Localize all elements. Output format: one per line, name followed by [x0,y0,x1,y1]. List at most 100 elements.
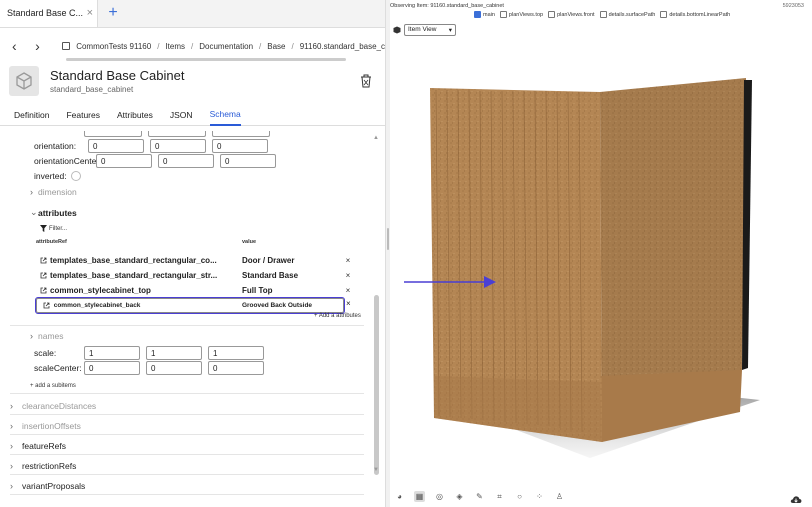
crumb-items[interactable]: Items [165,42,185,51]
orientation-x-field[interactable]: 0 [88,139,144,153]
checkbox-surface-path[interactable]: details.surfacePath [599,11,655,18]
dimension-section[interactable]: › dimension [30,187,77,197]
grid-icon[interactable]: ▦ [414,491,425,502]
orientation-z-field[interactable]: 0 [212,139,268,153]
trash-icon[interactable] [360,74,372,88]
restriction-refs-label: restrictionRefs [22,461,77,471]
external-link-icon[interactable] [36,272,50,279]
table-row[interactable]: templates_base_standard_rectangular_co..… [36,253,358,268]
table-row[interactable]: common_stylecabinet_top Full Top × [36,283,358,298]
tab-schema[interactable]: Schema [209,104,241,126]
table-header: attributeRef value [36,239,358,247]
scale-y-field[interactable]: 1 [146,346,202,360]
scroll-up-icon[interactable]: ▲ [373,135,379,141]
orientation-center-label: orientationCente [34,156,96,166]
viewer-panel: Observing Item: 91160.standard_base_cabi… [390,0,812,507]
back-button[interactable]: ‹ [12,38,23,54]
table-row[interactable]: templates_base_standard_rectangular_str.… [36,268,358,283]
attribute-value[interactable]: Grooved Back Outside [242,302,340,309]
tab-close-icon[interactable]: × [87,7,93,19]
add-subitems-button[interactable]: + add a subitems [30,383,76,389]
tab-features[interactable]: Features [66,104,100,126]
orientation-row: orientation: 0 0 0 [34,139,268,153]
remove-icon[interactable]: × [342,286,354,295]
new-tab-button[interactable]: + [98,0,128,27]
breadcrumb-scrollbar[interactable] [66,58,346,61]
attribute-value[interactable]: Door / Drawer [242,256,342,265]
filter-placeholder: Filter... [49,225,68,232]
checkbox-plan-front[interactable]: planViews.front [548,11,595,18]
clearance-section[interactable]: › clearanceDistances [10,401,96,411]
checkbox-icon [474,11,481,18]
add-attribute-button[interactable]: + Add a attributes [314,313,361,319]
forward-button[interactable]: › [35,38,46,54]
feature-refs-section[interactable]: › featureRefs [10,441,66,451]
checkbox-icon [599,11,607,18]
tab-attributes[interactable]: Attributes [117,104,153,126]
cloud-download-icon[interactable] [790,491,802,507]
external-link-icon[interactable] [36,257,50,264]
orientation-center-y-field[interactable]: 0 [158,154,214,168]
scrollbar-thumb[interactable] [374,295,379,475]
cabinet-3d-view[interactable] [390,40,812,485]
document-tab[interactable]: Standard Base C... × [0,0,98,27]
variant-proposals-section[interactable]: › variantProposals [10,481,85,491]
filter-icon [40,225,47,232]
orientation-center-x-field[interactable]: 0 [96,154,152,168]
checkbox-icon [499,11,507,18]
scale-center-y-field[interactable]: 0 [146,361,202,375]
frame-icon[interactable]: ⌗ [494,491,505,502]
view-mode-control: Item View ▾ [393,24,456,36]
crumb-documentation[interactable]: Documentation [199,42,253,51]
names-section[interactable]: › names [30,331,64,341]
orientation-label: orientation: [34,141,77,151]
tab-title: Standard Base C... [7,8,84,18]
restriction-refs-section[interactable]: › restrictionRefs [10,461,76,471]
view-mode-select[interactable]: Item View ▾ [404,24,456,36]
page-title: Standard Base Cabinet [50,68,185,83]
column-attribute-ref: attributeRef [36,239,67,245]
attribute-value[interactable]: Standard Base [242,271,342,280]
dots-icon[interactable]: ⁘ [534,491,545,502]
scale-z-field[interactable]: 1 [208,346,264,360]
crumb-base[interactable]: Base [267,42,285,51]
person-icon[interactable]: ♙ [554,491,565,502]
attributes-section[interactable]: ⌄ attributes [30,207,77,218]
inverted-toggle[interactable] [70,171,81,181]
tab-definition[interactable]: Definition [14,104,49,126]
checkbox-main[interactable]: main [474,11,495,18]
table-row-selected[interactable]: common_stylecabinet_back Grooved Back Ou… [35,297,345,314]
checkbox-bottom-path[interactable]: details.bottomLinearPath [660,11,730,18]
checkbox-icon [548,11,556,18]
crumb-item[interactable]: 91160.standard_base_c [300,42,385,51]
splitter-grip[interactable] [387,228,389,250]
compass-icon[interactable]: ◎ [434,491,445,502]
external-link-icon[interactable] [40,302,54,309]
chevron-right-icon: › [10,401,13,411]
circle-icon[interactable]: ○ [514,491,525,502]
brush-icon[interactable]: ✎ [474,491,485,502]
filter-control[interactable]: Filter... [40,225,67,232]
names-label: names [38,331,64,341]
scale-center-x-field[interactable]: 0 [84,361,140,375]
crumb-project[interactable]: CommonTests 91160 [76,42,151,51]
checkbox-plan-top[interactable]: planViews.top [499,11,543,18]
orientation-center-z-field[interactable]: 0 [220,154,276,168]
attributes-label: attributes [38,207,77,218]
tab-json[interactable]: JSON [170,104,193,126]
inverted-row: inverted: [34,171,81,181]
orientation-y-field[interactable]: 0 [150,139,206,153]
remove-icon[interactable]: × [346,299,351,308]
layers-icon[interactable]: ◈ [454,491,465,502]
palette-icon[interactable]: ◕ [394,491,405,502]
scale-x-field[interactable]: 1 [84,346,140,360]
vertical-scrollbar[interactable]: ▲ ▼ [373,135,380,475]
insertion-section[interactable]: › insertionOffsets [10,421,81,431]
external-link-icon[interactable] [36,287,50,294]
scroll-down-icon[interactable]: ▼ [373,467,379,473]
remove-icon[interactable]: × [342,271,354,280]
orientation-center-row: orientationCente 0 0 0 [34,154,276,168]
scale-center-z-field[interactable]: 0 [208,361,264,375]
attribute-value[interactable]: Full Top [242,286,342,295]
remove-icon[interactable]: × [342,256,354,265]
